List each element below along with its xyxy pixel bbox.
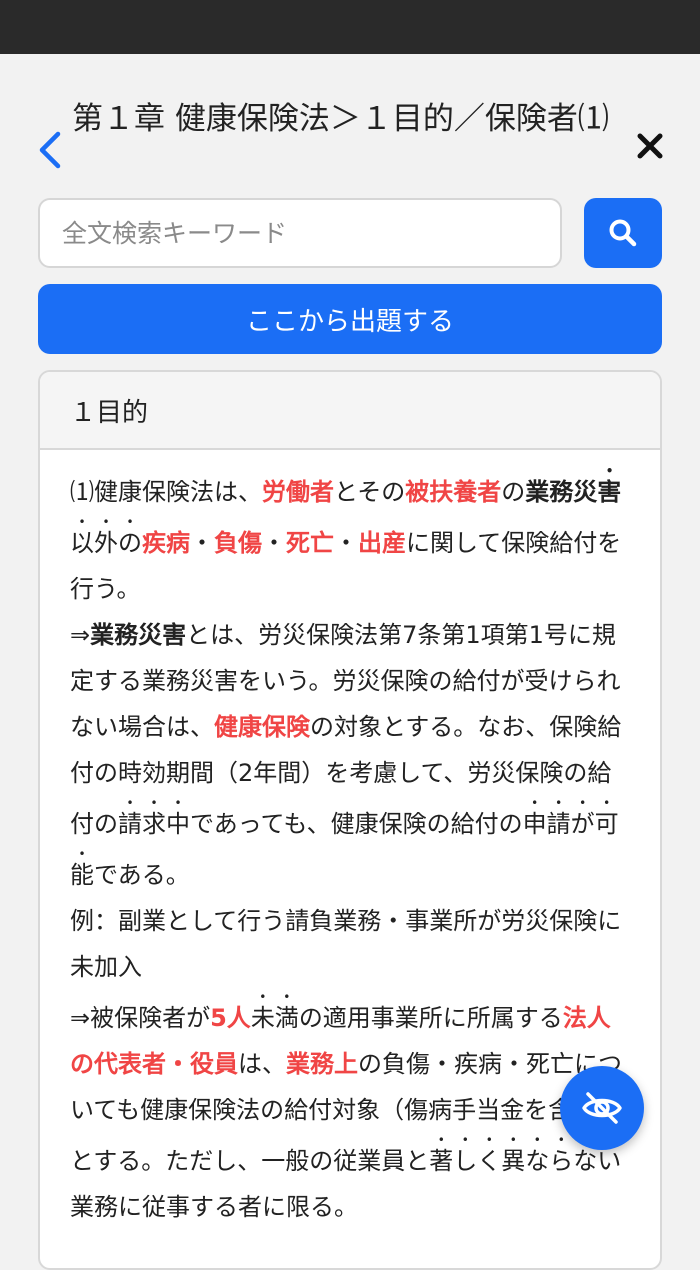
- term-five-people: 5人: [210, 1004, 251, 1032]
- eye-off-icon: [582, 1092, 622, 1124]
- toggle-visibility-button[interactable]: [560, 1066, 644, 1150]
- term-death: 死亡: [286, 529, 334, 557]
- section-heading: １目的: [40, 372, 660, 450]
- term-work-accident: 業務災: [525, 478, 598, 506]
- term-childbirth: 出産: [358, 529, 406, 557]
- term-significantly-different: 著しく異: [429, 1147, 526, 1175]
- paragraph-3: 例：副業として行う請負業務・事業所が労災保険に未加入: [70, 907, 622, 981]
- content-card: １目的 ⑴健康保険法は、労働者とその被扶養者の業務災害以外の疾病・負傷・死亡・出…: [38, 370, 662, 1270]
- term-less-than: 未満: [250, 1004, 299, 1032]
- term-dependent: 被扶養者: [405, 478, 502, 506]
- paragraph-4: ⇒被保険者が5人未満の適用事業所に所属する法人の代表者・役員は、業務上の負傷・疾…: [70, 1004, 622, 1221]
- start-quiz-button[interactable]: ここから出題する: [38, 284, 662, 354]
- paragraph-1: ⑴健康保険法は、労働者とその被扶養者の業務災害以外の疾病・負傷・死亡・出産に関し…: [70, 478, 622, 603]
- chevron-left-icon: [39, 131, 61, 169]
- close-icon: [637, 133, 663, 159]
- term-injury: 負傷: [214, 529, 262, 557]
- term-illness: 疾病: [142, 529, 190, 557]
- page-title: 第１章 健康保険法＞１目的／保険者⑴: [72, 101, 609, 137]
- term-claim-pending: 請求中: [118, 810, 190, 838]
- close-button[interactable]: [632, 128, 668, 164]
- term-health-insurance: 健康保険: [214, 713, 310, 741]
- search-input[interactable]: [38, 198, 562, 268]
- term-other-than: 以外の: [70, 529, 142, 557]
- term-worker: 労働者: [262, 478, 334, 506]
- search-button[interactable]: [584, 198, 662, 268]
- term-on-duty: 業務上: [286, 1050, 358, 1078]
- paragraph-2: ⇒業務災害とは、労災保険法第7条第1項第1号に規定する業務災害をいう。労災保険の…: [70, 621, 622, 889]
- term-work-accident-end: 害: [597, 478, 622, 506]
- back-button[interactable]: [34, 130, 64, 170]
- search-icon: [609, 219, 637, 247]
- term-work-accident-2: 業務災害: [90, 621, 187, 649]
- status-bar: [0, 0, 700, 54]
